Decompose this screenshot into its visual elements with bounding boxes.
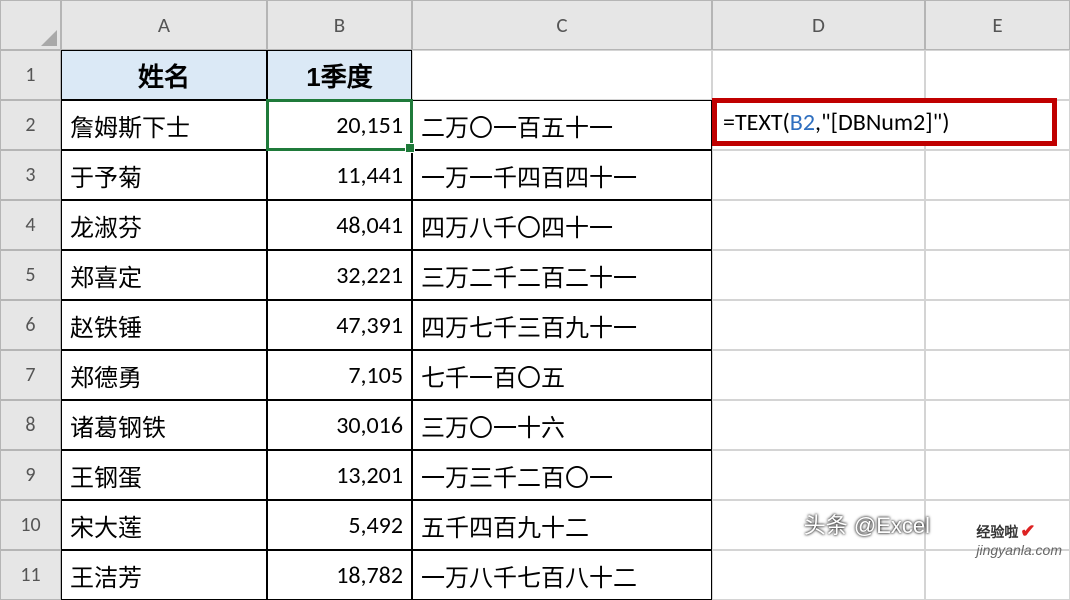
cell-b10[interactable]: 5,492 (267, 500, 412, 550)
col-header-a[interactable]: A (61, 0, 267, 50)
row-header-5[interactable]: 5 (0, 250, 61, 300)
cell-b1-header[interactable]: 1季度 (267, 50, 412, 100)
cell-c4[interactable]: 四万八千〇四十一 (412, 200, 712, 250)
cell-d8[interactable] (712, 400, 925, 450)
watermark-author: 头条 @Excel (804, 508, 930, 540)
formula-fn-open: TEXT( (735, 108, 790, 137)
row-header-6[interactable]: 6 (0, 300, 61, 350)
cell-b9[interactable]: 13,201 (267, 450, 412, 500)
cell-d1[interactable] (712, 50, 925, 100)
select-all-corner[interactable] (0, 0, 61, 50)
cell-e9[interactable] (925, 450, 1070, 500)
cell-e6[interactable] (925, 300, 1070, 350)
formula-close: ) (942, 108, 949, 137)
row-header-9[interactable]: 9 (0, 450, 61, 500)
cell-a2[interactable]: 詹姆斯下士 (61, 100, 267, 150)
cell-d5[interactable] (712, 250, 925, 300)
col-header-e[interactable]: E (925, 0, 1070, 50)
watermark-site-url: jingyanla.com (976, 542, 1062, 558)
cell-b6[interactable]: 47,391 (267, 300, 412, 350)
cell-e8[interactable] (925, 400, 1070, 450)
row-header-8[interactable]: 8 (0, 400, 61, 450)
cell-c6[interactable]: 四万七千三百九十一 (412, 300, 712, 350)
cell-e5[interactable] (925, 250, 1070, 300)
cell-c5[interactable]: 三万二千二百二十一 (412, 250, 712, 300)
row-header-11[interactable]: 11 (0, 550, 61, 600)
row-header-10[interactable]: 10 (0, 500, 61, 550)
cell-e7[interactable] (925, 350, 1070, 400)
row-header-2[interactable]: 2 (0, 100, 61, 150)
cell-d6[interactable] (712, 300, 925, 350)
watermark-site-title: 经验啦 (976, 524, 1018, 540)
cell-a9[interactable]: 王钢蛋 (61, 450, 267, 500)
cell-a5[interactable]: 郑喜定 (61, 250, 267, 300)
cell-c3[interactable]: 一万一千四百四十一 (412, 150, 712, 200)
cell-c8[interactable]: 三万〇一十六 (412, 400, 712, 450)
cell-c9[interactable]: 一万三千二百〇一 (412, 450, 712, 500)
cell-e1[interactable] (925, 50, 1070, 100)
row-header-7[interactable]: 7 (0, 350, 61, 400)
cell-c7[interactable]: 七千一百〇五 (412, 350, 712, 400)
cell-b3[interactable]: 11,441 (267, 150, 412, 200)
cell-d3[interactable] (712, 150, 925, 200)
cell-c11[interactable]: 一万八千七百八十二 (412, 550, 712, 600)
cell-b2-active[interactable]: 20,151 (267, 100, 412, 150)
cell-d4[interactable] (712, 200, 925, 250)
cell-d9[interactable] (712, 450, 925, 500)
cell-a10[interactable]: 宋大莲 (61, 500, 267, 550)
cell-a1-header[interactable]: 姓名 (61, 50, 267, 100)
cell-b11[interactable]: 18,782 (267, 550, 412, 600)
cell-b7[interactable]: 7,105 (267, 350, 412, 400)
watermark-site: 经验啦✔ jingyanla.com (976, 521, 1062, 558)
cell-b8[interactable]: 30,016 (267, 400, 412, 450)
row-header-4[interactable]: 4 (0, 200, 61, 250)
cell-d11[interactable] (712, 550, 925, 600)
cell-e3[interactable] (925, 150, 1070, 200)
cell-a4[interactable]: 龙淑芬 (61, 200, 267, 250)
cell-b5[interactable]: 32,221 (267, 250, 412, 300)
cell-d7[interactable] (712, 350, 925, 400)
formula-string: "[DBNum2]" (821, 108, 942, 137)
row-header-3[interactable]: 3 (0, 150, 61, 200)
cell-a11[interactable]: 王洁芳 (61, 550, 267, 600)
formula-eq: = (723, 108, 735, 137)
cell-a6[interactable]: 赵铁锤 (61, 300, 267, 350)
row-header-1[interactable]: 1 (0, 50, 61, 100)
cell-a3[interactable]: 于予菊 (61, 150, 267, 200)
cell-e4[interactable] (925, 200, 1070, 250)
col-header-c[interactable]: C (412, 0, 712, 50)
cell-a8[interactable]: 诸葛钢铁 (61, 400, 267, 450)
cell-a7[interactable]: 郑德勇 (61, 350, 267, 400)
cell-c2[interactable]: 二万〇一百五十一 (412, 100, 712, 150)
cell-c1[interactable] (412, 50, 712, 100)
col-header-b[interactable]: B (267, 0, 412, 50)
cell-c10[interactable]: 五千四百九十二 (412, 500, 712, 550)
cell-b4[interactable]: 48,041 (267, 200, 412, 250)
formula-annotation: = TEXT( B2 , "[DBNum2]" ) (712, 98, 1057, 146)
check-icon: ✔ (1020, 521, 1035, 541)
col-header-d[interactable]: D (712, 0, 925, 50)
formula-ref: B2 (790, 108, 815, 137)
